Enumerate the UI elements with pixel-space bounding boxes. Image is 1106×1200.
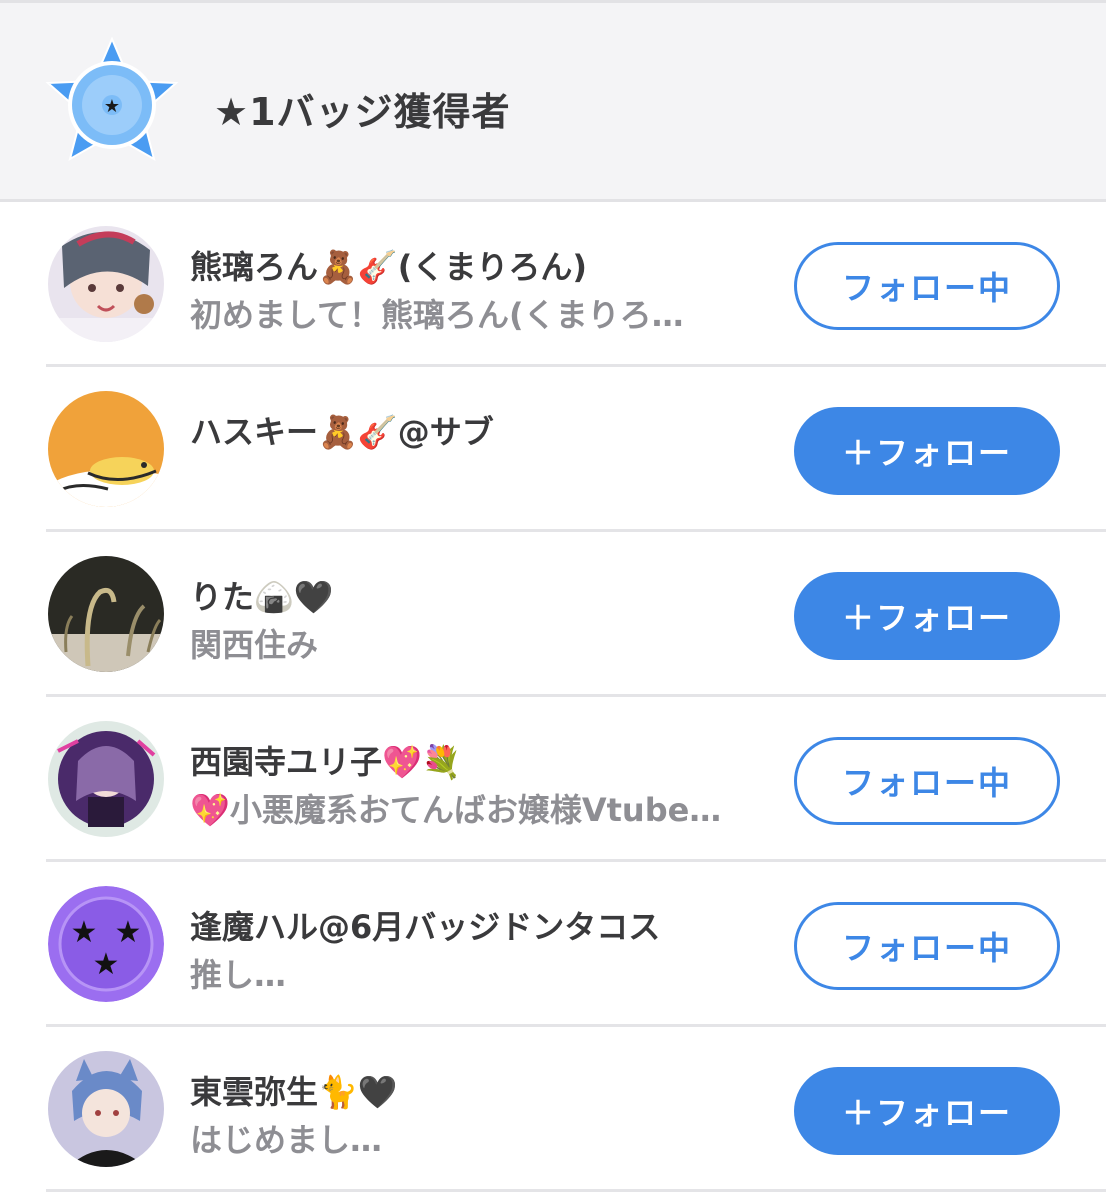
list-item[interactable]: りた🍙🖤 関西住み ＋フォロー: [0, 532, 1106, 697]
list-item[interactable]: ★ ★ ★ 逢魔ハル@6月バッジドンタコス 推し… フォロー中: [0, 862, 1106, 1027]
avatar[interactable]: [48, 391, 164, 507]
list-item[interactable]: ハスキー🧸🎸@サブ ＋フォロー: [0, 367, 1106, 532]
user-bio: 関西住み: [190, 626, 319, 664]
following-button[interactable]: フォロー中: [794, 737, 1060, 825]
follow-button[interactable]: ＋フォロー: [794, 407, 1060, 495]
user-name: りた🍙🖤: [190, 578, 334, 616]
user-bio: 推し…: [190, 956, 287, 994]
divider: [46, 1189, 1106, 1192]
svg-text:★: ★: [115, 915, 142, 950]
following-button[interactable]: フォロー中: [794, 902, 1060, 990]
avatar[interactable]: [48, 1051, 164, 1167]
list-item[interactable]: 東雲弥生🐈🖤 はじめまし… ＋フォロー: [0, 1027, 1106, 1192]
avatar[interactable]: ★ ★ ★: [48, 886, 164, 1002]
svg-text:★: ★: [104, 96, 120, 117]
avatar[interactable]: [48, 226, 164, 342]
follow-button[interactable]: ＋フォロー: [794, 572, 1060, 660]
user-bio: 💖小悪魔系おてんばお嬢様Vtube…: [190, 791, 722, 829]
star-badge-icon: ★: [45, 37, 179, 162]
user-bio: はじめまし…: [190, 1121, 383, 1159]
user-bio: 初めまして！熊璃ろん(くまりろ…: [190, 296, 684, 334]
list-item[interactable]: 西園寺ユリ子💖💐 💖小悪魔系おてんばお嬢様Vtube… フォロー中: [0, 697, 1106, 862]
following-button[interactable]: フォロー中: [794, 242, 1060, 330]
page-title: ★1バッジ獲得者: [214, 90, 511, 134]
badge-header: ★ ★1バッジ獲得者: [0, 0, 1106, 202]
avatar[interactable]: [48, 556, 164, 672]
follow-button[interactable]: ＋フォロー: [794, 1067, 1060, 1155]
user-name: 熊璃ろん🧸🎸(くまりろん): [190, 248, 587, 286]
user-name: ハスキー🧸🎸@サブ: [190, 413, 494, 451]
list-item[interactable]: 熊璃ろん🧸🎸(くまりろん) 初めまして！熊璃ろん(くまりろ… フォロー中: [0, 202, 1106, 367]
svg-text:★: ★: [93, 947, 120, 982]
user-name: 東雲弥生🐈🖤: [190, 1073, 398, 1111]
svg-text:★: ★: [71, 915, 98, 950]
user-name: 西園寺ユリ子💖💐: [190, 743, 462, 781]
user-name: 逢魔ハル@6月バッジドンタコス: [190, 908, 661, 946]
avatar[interactable]: [48, 721, 164, 837]
